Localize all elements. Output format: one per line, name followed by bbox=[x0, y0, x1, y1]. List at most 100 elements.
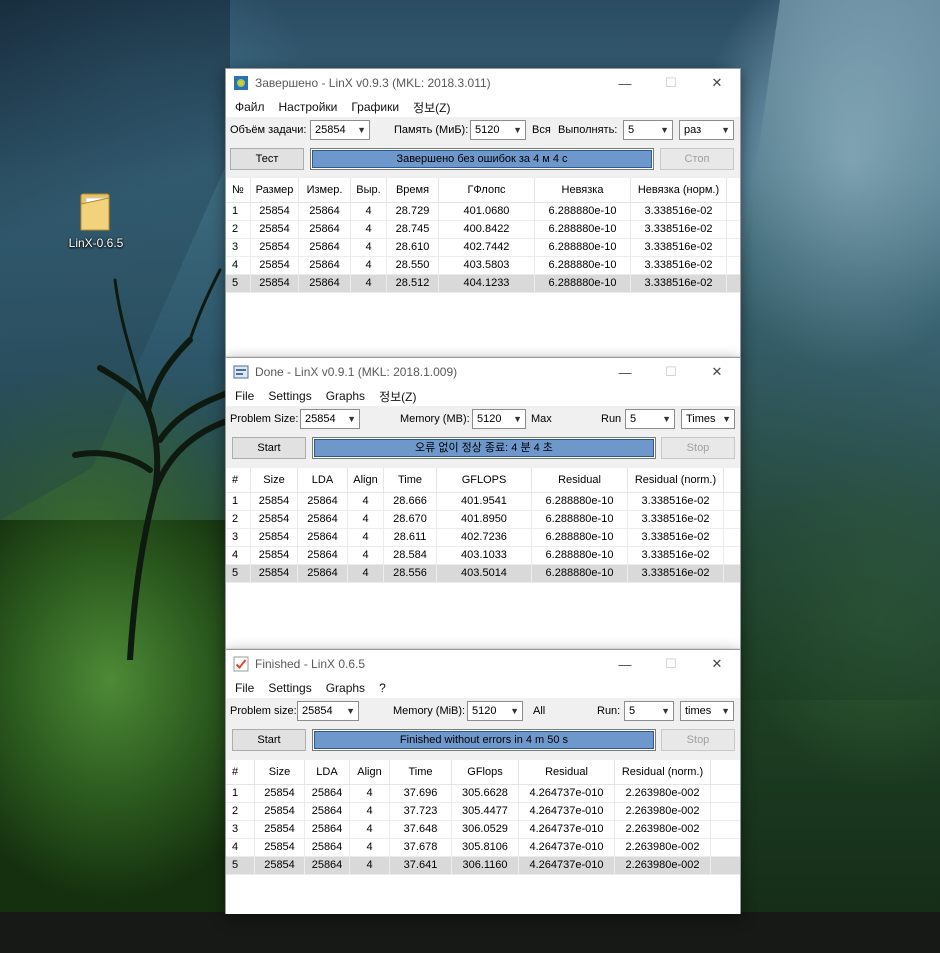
header-col-gflops[interactable]: ГФлопс bbox=[439, 178, 535, 202]
header-col-gflops[interactable]: GFLOPS bbox=[437, 468, 532, 492]
stop-button[interactable]: Стоп bbox=[660, 148, 734, 170]
table-row[interactable]: 3 25854 25864 4 28.610 402.7442 6.288880e-10 3.… bbox=[226, 239, 740, 257]
cell-col-align: 4 bbox=[348, 547, 384, 564]
header-col-residual[interactable]: Residual bbox=[532, 468, 628, 492]
close-icon[interactable]: ✕ bbox=[694, 358, 740, 386]
taskbar[interactable] bbox=[0, 912, 940, 953]
header-col-size[interactable]: Size bbox=[251, 468, 298, 492]
problem-size-combo[interactable]: 25854 ▼ bbox=[300, 409, 360, 429]
menu-graphs[interactable]: Graphs bbox=[319, 681, 372, 695]
stop-button[interactable]: Stop bbox=[661, 729, 735, 751]
cell-col-time: 28.610 bbox=[387, 239, 439, 256]
memory-combo[interactable]: 5120 ▼ bbox=[467, 701, 523, 721]
table-row[interactable]: 2 25854 25864 4 28.670 401.8950 6.288880e-10 3.… bbox=[226, 511, 740, 529]
header-col-size[interactable]: Size bbox=[255, 760, 305, 784]
header-col-size[interactable]: Размер bbox=[251, 178, 299, 202]
run-count-combo[interactable]: 5 ▼ bbox=[625, 409, 675, 429]
table-row[interactable]: 3 25854 25864 4 28.611 402.7236 6.288880e-10 3.… bbox=[226, 529, 740, 547]
cell-col-lda: 25864 bbox=[299, 203, 351, 220]
linx-window-ru[interactable]: Завершено - LinX v0.9.3 (MKL: 2018.3.011… bbox=[225, 68, 741, 360]
table-row[interactable]: 5 25854 25864 4 28.556 403.5014 6.288880e-10 3.… bbox=[226, 565, 740, 583]
header-col-index[interactable]: # bbox=[226, 468, 251, 492]
menu-settings[interactable]: Settings bbox=[261, 389, 318, 403]
close-icon[interactable]: ✕ bbox=[694, 650, 740, 678]
desktop-icon-linx[interactable]: LinX-0.6.5 bbox=[60, 190, 132, 250]
header-col-gflops[interactable]: GFlops bbox=[452, 760, 519, 784]
run-count-combo[interactable]: 5 ▼ bbox=[623, 120, 673, 140]
problem-size-combo[interactable]: 25854 ▼ bbox=[310, 120, 370, 140]
header-col-align[interactable]: Выр. bbox=[351, 178, 387, 202]
cell-col-gflops: 402.7442 bbox=[439, 239, 535, 256]
menu-about[interactable]: 정보(Z) bbox=[372, 388, 423, 405]
start-button[interactable]: Start bbox=[232, 729, 306, 751]
table-row[interactable]: 1 25854 25864 4 28.729 401.0680 6.288880e-10 3.… bbox=[226, 203, 740, 221]
table-row[interactable]: 4 25854 25864 4 28.584 403.1033 6.288880e-10 3.… bbox=[226, 547, 740, 565]
menu-graphs[interactable]: Графики bbox=[344, 100, 406, 114]
header-col-align[interactable]: Align bbox=[350, 760, 390, 784]
header-col-lda[interactable]: Измер. bbox=[299, 178, 351, 202]
linx-window-en[interactable]: Finished - LinX 0.6.5 — ☐ ✕ File Setting… bbox=[225, 649, 741, 914]
table-row[interactable]: 1 25854 25864 4 28.666 401.9541 6.288880e-10 3.… bbox=[226, 493, 740, 511]
run-unit-combo[interactable]: раз ▼ bbox=[679, 120, 734, 140]
cell-col-size: 25854 bbox=[251, 239, 299, 256]
menu-settings[interactable]: Settings bbox=[261, 681, 318, 695]
start-button[interactable]: Start bbox=[232, 437, 306, 459]
problem-size-value: 25854 bbox=[305, 413, 336, 425]
menu-about[interactable]: 정보(Z) bbox=[406, 99, 457, 116]
cell-col-time: 28.584 bbox=[384, 547, 437, 564]
cell-col-residual-norm: 2.263980e-002 bbox=[615, 857, 711, 874]
memory-combo[interactable]: 5120 ▼ bbox=[470, 120, 526, 140]
title-bar[interactable]: Завершено - LinX v0.9.3 (MKL: 2018.3.011… bbox=[226, 69, 740, 97]
cell-col-lda: 25864 bbox=[298, 565, 348, 582]
menu-graphs[interactable]: Graphs bbox=[319, 389, 372, 403]
run-unit-combo[interactable]: times ▼ bbox=[680, 701, 734, 721]
menu-file[interactable]: File bbox=[228, 681, 261, 695]
table-row[interactable]: 5 25854 25864 4 28.512 404.1233 6.288880e-10 3.… bbox=[226, 275, 740, 293]
problem-size-combo[interactable]: 25854 ▼ bbox=[297, 701, 359, 721]
run-count-combo[interactable]: 5 ▼ bbox=[624, 701, 674, 721]
memory-combo[interactable]: 5120 ▼ bbox=[472, 409, 526, 429]
header-col-residual-norm[interactable]: Residual (norm.) bbox=[615, 760, 711, 784]
title-bar[interactable]: Done - LinX v0.9.1 (MKL: 2018.1.009) — ☐… bbox=[226, 358, 740, 386]
run-unit-combo[interactable]: Times ▼ bbox=[681, 409, 735, 429]
menu-file[interactable]: File bbox=[228, 389, 261, 403]
table-row[interactable]: 2 25854 25864 4 28.745 400.8422 6.288880e-10 3.… bbox=[226, 221, 740, 239]
table-row[interactable]: 2 25854 25864 4 37.723 305.4477 4.264737e-010 2… bbox=[226, 803, 740, 821]
header-col-residual-norm[interactable]: Невязка (норм.) bbox=[631, 178, 727, 202]
menu-about[interactable]: ? bbox=[372, 681, 393, 695]
header-col-time[interactable]: Время bbox=[387, 178, 439, 202]
cell-col-time: 28.512 bbox=[387, 275, 439, 292]
linx-window-ko[interactable]: Done - LinX v0.9.1 (MKL: 2018.1.009) — ☐… bbox=[225, 357, 741, 651]
header-col-residual[interactable]: Невязка bbox=[535, 178, 631, 202]
minimize-icon[interactable]: — bbox=[602, 69, 648, 97]
progress-status: Завершено без ошибок за 4 м 4 с bbox=[312, 150, 652, 168]
header-col-time[interactable]: Time bbox=[384, 468, 437, 492]
cell-col-gflops: 401.9541 bbox=[437, 493, 532, 510]
table-row[interactable]: 5 25854 25864 4 37.641 306.1160 4.264737e-010 2… bbox=[226, 857, 740, 875]
header-col-index[interactable]: # bbox=[226, 760, 255, 784]
cell-col-residual: 6.288880e-10 bbox=[535, 257, 631, 274]
header-col-lda[interactable]: LDA bbox=[305, 760, 350, 784]
header-col-residual[interactable]: Residual bbox=[519, 760, 615, 784]
table-row[interactable]: 4 25854 25864 4 37.678 305.8106 4.264737e-010 2… bbox=[226, 839, 740, 857]
header-col-residual-norm[interactable]: Residual (norm.) bbox=[628, 468, 724, 492]
stop-button[interactable]: Stop bbox=[661, 437, 735, 459]
table-row[interactable]: 3 25854 25864 4 37.648 306.0529 4.264737e-010 2… bbox=[226, 821, 740, 839]
problem-size-label: Problem size: bbox=[230, 705, 297, 717]
minimize-icon[interactable]: — bbox=[602, 358, 648, 386]
cell-col-lda: 25864 bbox=[299, 221, 351, 238]
minimize-icon[interactable]: — bbox=[602, 650, 648, 678]
header-col-align[interactable]: Align bbox=[348, 468, 384, 492]
cell-col-residual-norm: 3.338516e-02 bbox=[628, 529, 724, 546]
header-col-time[interactable]: Time bbox=[390, 760, 452, 784]
table-row[interactable]: 1 25854 25864 4 37.696 305.6628 4.264737e-010 2… bbox=[226, 785, 740, 803]
table-row[interactable]: 4 25854 25864 4 28.550 403.5803 6.288880e-10 3.… bbox=[226, 257, 740, 275]
header-col-lda[interactable]: LDA bbox=[298, 468, 348, 492]
cell-col-index: 2 bbox=[226, 221, 251, 238]
title-bar[interactable]: Finished - LinX 0.6.5 — ☐ ✕ bbox=[226, 650, 740, 678]
menu-settings[interactable]: Настройки bbox=[272, 100, 345, 114]
close-icon[interactable]: ✕ bbox=[694, 69, 740, 97]
start-button[interactable]: Тест bbox=[230, 148, 304, 170]
header-col-index[interactable]: № bbox=[226, 178, 251, 202]
menu-file[interactable]: Файл bbox=[228, 100, 272, 114]
